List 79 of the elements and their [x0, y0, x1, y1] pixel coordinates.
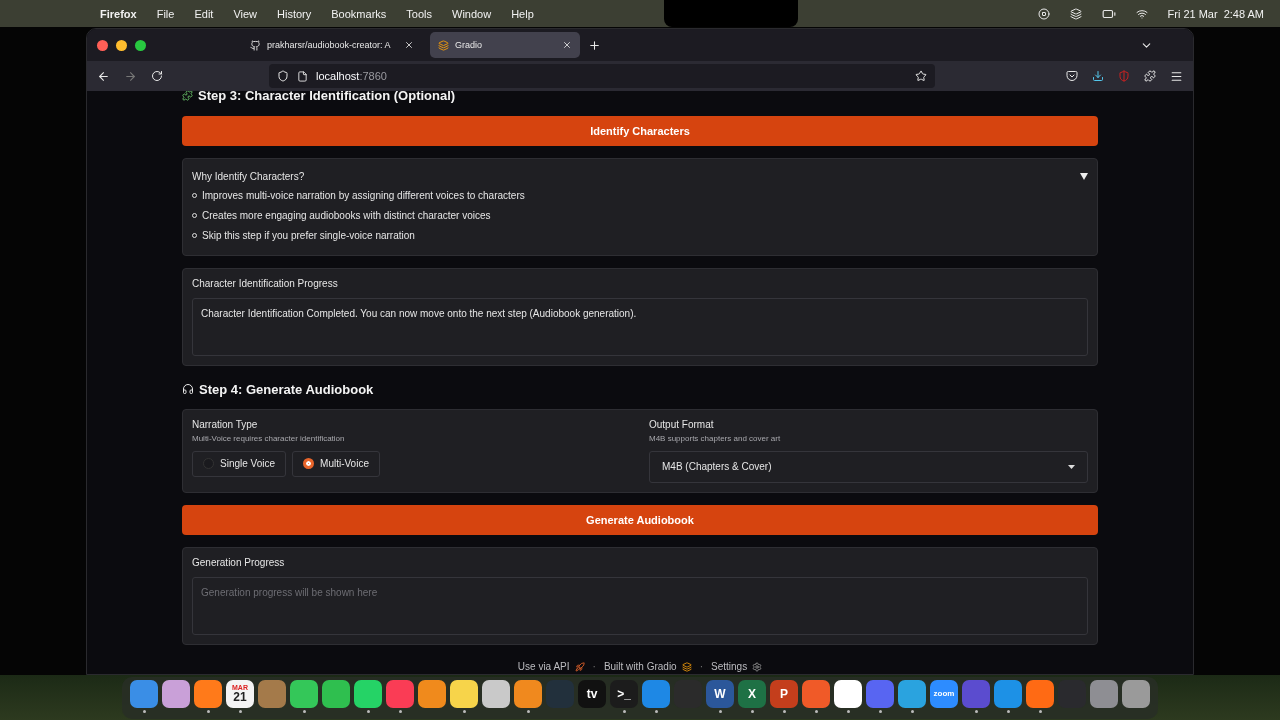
address-field[interactable]: localhost:7860 — [269, 64, 935, 88]
close-icon[interactable] — [562, 40, 572, 50]
stop-icon[interactable] — [1037, 7, 1050, 20]
field-label: Character Identification Progress — [192, 277, 339, 290]
app-icon[interactable]: W — [706, 679, 734, 708]
menu-date[interactable]: Fri 21 Mar — [1167, 7, 1218, 20]
menu-time[interactable]: 2:48 AM — [1223, 7, 1264, 20]
list-item: Skip this step if you prefer single-voice narration — [202, 229, 415, 242]
menu-item[interactable]: View — [233, 7, 258, 20]
generate-button[interactable]: Generate Audiobook — [182, 504, 1098, 535]
browser-tab[interactable]: Gradio — [430, 32, 580, 58]
back-icon[interactable] — [97, 69, 110, 83]
menu-item[interactable]: Firefox — [100, 7, 137, 20]
app-icon[interactable]: P — [770, 679, 798, 708]
rocket-icon — [574, 661, 585, 672]
radio-dot[interactable] — [303, 458, 315, 470]
progress-field[interactable]: Character Identification Completed. You can now move onto the next step (Audiobook generation). — [192, 297, 1088, 356]
close-light[interactable] — [97, 39, 108, 51]
app-icon[interactable]: >_ — [610, 679, 638, 708]
app-icon[interactable] — [482, 679, 510, 708]
app-icon[interactable] — [162, 679, 190, 708]
layers-icon[interactable] — [1069, 7, 1082, 20]
app-icon[interactable] — [450, 679, 478, 708]
star-icon[interactable] — [915, 70, 927, 82]
app-icon[interactable]: tv — [578, 679, 606, 708]
caret-icon — [1068, 464, 1075, 469]
reload-icon[interactable] — [151, 70, 163, 82]
radio-option[interactable]: Single Voice — [192, 450, 287, 477]
puzzle-icon[interactable] — [1144, 70, 1156, 82]
close-icon[interactable] — [404, 40, 414, 50]
format-dropdown[interactable]: M4B (Chapters & Cover) — [649, 450, 1088, 483]
list-item: Creates more engaging audiobooks with distinct character voices — [202, 209, 491, 222]
app-icon[interactable] — [322, 679, 350, 708]
menu-item[interactable]: Tools — [406, 7, 432, 20]
field-info: M4B supports chapters and cover art — [649, 434, 782, 444]
app-icon[interactable] — [834, 679, 862, 708]
app-icon[interactable] — [418, 679, 446, 708]
download-icon[interactable] — [1092, 70, 1104, 82]
field-label: Generation Progress — [192, 556, 286, 569]
separator-dot: · — [592, 660, 596, 673]
github-icon — [250, 39, 261, 51]
accordion-title[interactable]: Why Identify Characters? — [192, 170, 305, 183]
app-icon[interactable] — [354, 679, 382, 708]
field-label: Output Format — [649, 419, 715, 432]
footer-link[interactable]: Settings — [711, 660, 763, 673]
section-heading: Step 3: Character Identification (Optional) — [198, 91, 456, 104]
separator-dot: · — [699, 660, 704, 673]
app-icon[interactable]: X — [738, 679, 766, 708]
identify-button[interactable]: Identify Characters — [182, 115, 1098, 146]
puzzle-icon — [182, 91, 193, 102]
forward-icon[interactable] — [124, 69, 137, 83]
settings-icon — [752, 661, 763, 672]
shield-icon — [277, 70, 289, 82]
menu-item[interactable]: Edit — [194, 7, 214, 20]
menu-item[interactable]: Bookmarks — [331, 7, 387, 20]
footer-link[interactable]: Built with Gradio — [603, 660, 692, 673]
radio-option[interactable]: Multi-Voice — [292, 450, 380, 477]
app-icon[interactable] — [290, 679, 318, 708]
menu-item[interactable]: History — [277, 7, 312, 20]
list-item: Improves multi-voice narration by assigning different voices to characters — [202, 189, 525, 202]
footer-link[interactable]: Use via API — [517, 660, 585, 673]
zoom-light[interactable] — [135, 39, 146, 51]
layers-icon — [681, 661, 692, 672]
caret-icon[interactable] — [1080, 173, 1088, 181]
field-info: Multi-Voice requires character identification — [192, 434, 346, 444]
browser-tab[interactable]: prakharsr/audiobook-creator: A — [242, 32, 422, 58]
menu-item[interactable]: Window — [452, 7, 492, 20]
section-heading: Step 4: Generate Audiobook — [199, 381, 374, 398]
layers-icon — [438, 39, 449, 51]
wifi-icon[interactable] — [1135, 7, 1148, 20]
menu-item[interactable]: Help — [511, 7, 534, 20]
minimize-light[interactable] — [116, 39, 127, 51]
page-icon — [297, 70, 308, 82]
headphones-icon — [182, 383, 194, 396]
menu-icon[interactable] — [1170, 69, 1183, 83]
pocket-icon[interactable] — [1066, 70, 1078, 82]
plus-icon[interactable] — [588, 38, 601, 52]
menu-item[interactable]: File — [156, 7, 175, 20]
field-label: Narration Type — [192, 419, 259, 432]
